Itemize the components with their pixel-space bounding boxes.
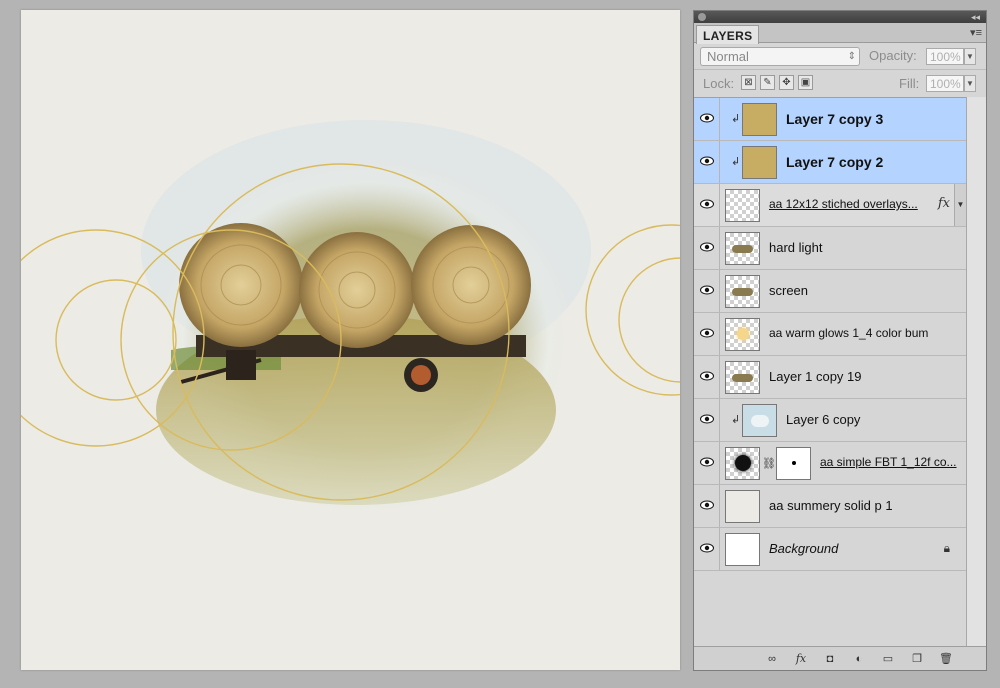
layer-thumbnail [725,361,760,394]
layer-thumbnail [725,275,760,308]
layer-name[interactable]: aa 12x12 stiched overlays... [769,197,918,211]
blend-mode-select[interactable]: Normal ⇕ [700,47,860,66]
layer-name[interactable]: Layer 6 copy [786,412,860,427]
collapse-icon[interactable]: ◂◂ [971,11,980,23]
layer-row[interactable]: aa summery solid p 1 [694,485,966,528]
layer-row[interactable]: aa warm glows 1_4 color bum [694,313,966,356]
blend-mode-value: Normal [707,49,749,64]
layer-name[interactable]: Background [769,541,838,556]
lock-icon: 🔒︎ [943,541,950,555]
lock-position-icon[interactable]: ✥ [779,75,794,90]
clipping-arrow-icon: ↲ [731,113,741,125]
visibility-eye-icon[interactable] [694,184,720,226]
fill-dropdown-icon[interactable]: ▼ [964,75,976,92]
layer-name[interactable]: Layer 7 copy 3 [786,111,883,127]
layer-name[interactable]: Layer 1 copy 19 [769,369,862,384]
trash-icon[interactable]: 🗑︎ [938,651,954,667]
layer-thumbnail [725,189,760,222]
layer-thumbnail [725,490,760,523]
opacity-label: Opacity: [869,48,917,63]
layer-thumbnail [725,318,760,351]
layer-name[interactable]: hard light [769,240,822,255]
visibility-eye-icon[interactable] [694,356,720,398]
layer-row[interactable]: screen [694,270,966,313]
visibility-eye-icon[interactable] [694,399,720,441]
panel-bottom-toolbar: ∞ fx ◘ ◐ ▭ ❐ 🗑︎ [694,646,986,670]
layer-row[interactable]: ↲ Layer 7 copy 2 [694,141,966,184]
fx-icon[interactable]: fx [793,651,809,667]
new-layer-icon[interactable]: ❐ [909,651,925,667]
layer-row[interactable]: hard light [694,227,966,270]
layers-panel: ◂◂ LAYERS ▾≡ Normal ⇕ Opacity: 100% ▼ Lo… [693,10,987,671]
visibility-eye-icon[interactable] [694,141,720,183]
link-icon[interactable]: ∞ [764,651,780,667]
layer-name[interactable]: aa summery solid p 1 [769,498,893,513]
blend-row: Normal ⇕ Opacity: 100% ▼ [694,43,986,69]
updown-arrows-icon: ⇕ [847,51,856,62]
lock-transparent-icon[interactable]: ⊠ [741,75,756,90]
layer-name[interactable]: Layer 7 copy 2 [786,154,883,170]
lock-image-icon[interactable]: ✎ [760,75,775,90]
layer-thumbnail [742,103,777,136]
visibility-eye-icon[interactable] [694,98,720,140]
layer-name[interactable]: aa warm glows 1_4 color bum [769,326,928,340]
panel-menu-icon[interactable]: ▾≡ [970,26,982,39]
visibility-eye-icon[interactable] [694,528,720,570]
folder-icon[interactable]: ▭ [880,651,896,667]
layer-name[interactable]: screen [769,283,808,298]
layer-row[interactable]: aa 12x12 stiched overlays... fx ▼ [694,184,966,227]
layers-list: ↲ Layer 7 copy 3 ↲ Layer 7 copy 2 aa 12x… [694,97,966,575]
visibility-eye-icon[interactable] [694,485,720,527]
visibility-eye-icon[interactable] [694,270,720,312]
clipping-arrow-icon: ↲ [731,414,741,426]
canvas-artwork [21,120,680,525]
link-chain-icon[interactable]: ⛓ [762,457,776,470]
layer-row[interactable]: ↲ Layer 6 copy [694,399,966,442]
layer-name[interactable]: aa simple FBT 1_12f co... [820,455,957,469]
expand-effects-icon[interactable]: ▼ [954,184,966,226]
visibility-eye-icon[interactable] [694,227,720,269]
layer-row[interactable]: Layer 1 copy 19 [694,356,966,399]
layer-thumbnail [742,146,777,179]
panel-titlebar: ◂◂ [694,11,986,23]
visibility-eye-icon[interactable] [694,442,720,484]
layer-row[interactable]: ⛓ aa simple FBT 1_12f co... [694,442,966,485]
opacity-dropdown-icon[interactable]: ▼ [964,48,976,65]
visibility-eye-icon[interactable] [694,313,720,355]
lock-label: Lock: [703,76,735,91]
layer-row[interactable]: ↲ Layer 7 copy 3 [694,98,966,141]
mask-icon[interactable]: ◘ [822,651,838,667]
layer-mask-thumbnail[interactable] [776,447,811,480]
layer-thumbnail [725,232,760,265]
layer-thumbnail [742,404,777,437]
panel-tab-row: LAYERS ▾≡ [694,23,986,44]
opacity-input[interactable]: 100% [926,48,964,65]
adjustment-icon[interactable]: ◐ [851,651,867,667]
close-icon[interactable] [698,13,706,21]
clipping-arrow-icon: ↲ [731,156,741,168]
fill-input[interactable]: 100% [926,75,964,92]
tab-layers[interactable]: LAYERS [696,25,760,44]
layers-scrollbar[interactable] [966,97,986,646]
layer-thumbnail [725,533,760,566]
lock-all-icon[interactable]: ▣ [798,75,813,90]
layer-thumbnail [725,447,760,480]
fill-label: Fill: [899,76,920,91]
lock-row: Lock: ⊠ ✎ ✥ ▣ Fill: 100% ▼ [694,69,986,95]
fx-badge[interactable]: fx [938,196,950,211]
document-canvas[interactable] [21,10,680,670]
layer-row[interactable]: Background 🔒︎ [694,528,966,571]
